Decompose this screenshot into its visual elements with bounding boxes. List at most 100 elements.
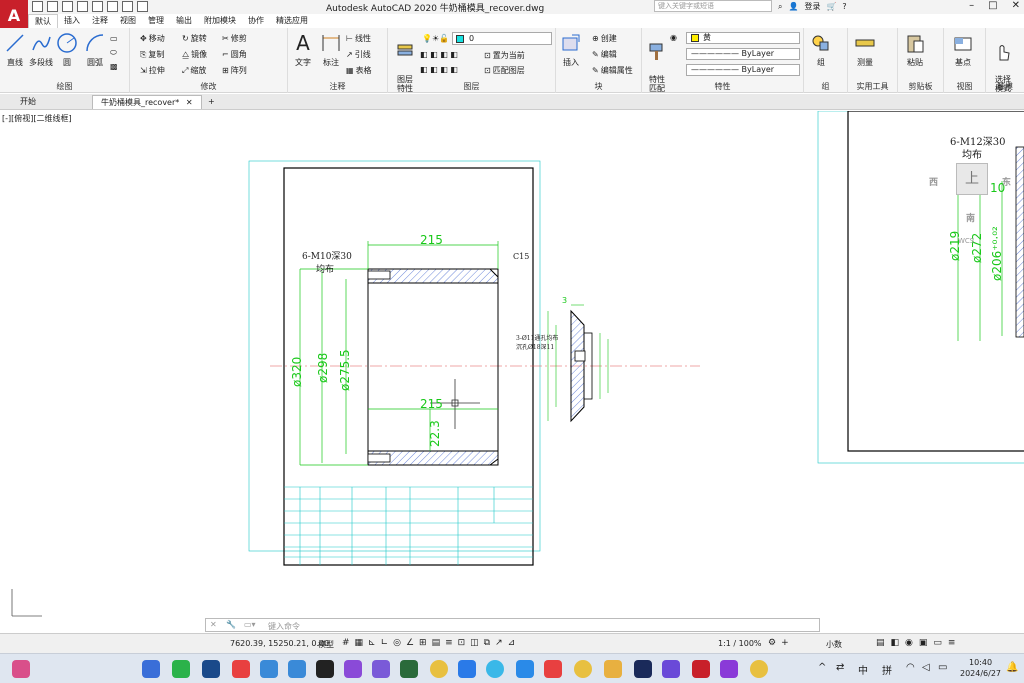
open-file-icon[interactable] (47, 1, 58, 12)
base-point-button[interactable]: 基点 (948, 32, 978, 68)
volume-icon[interactable]: ◁ (922, 662, 930, 673)
wechat-icon[interactable] (172, 660, 190, 678)
rotate-button[interactable]: ↻ 旋转 (182, 33, 207, 44)
ime-pinyin[interactable]: 拼 (882, 662, 892, 677)
doctab-start[interactable]: 开始 (12, 95, 44, 109)
table-button[interactable]: ▦ 表格 (346, 65, 372, 76)
annotation-panel-label[interactable]: 注释 (288, 81, 387, 92)
layers-panel-label[interactable]: 图层 (388, 81, 555, 92)
properties-panel-label[interactable]: 特性 (642, 81, 803, 92)
close-icon[interactable]: ✕ (1012, 0, 1020, 11)
file-explorer-icon[interactable] (604, 660, 622, 678)
tab-addins[interactable]: 附加模块 (198, 14, 242, 28)
app-folder-icon[interactable] (372, 660, 390, 678)
viewcube-west[interactable]: 西 (929, 175, 938, 188)
user-icon[interactable]: 👤 (788, 2, 798, 11)
status-toggle-icons[interactable]: #▦⊾∟◎∠⊞▤≡⊡◫⧉↗⊿ (342, 638, 520, 648)
tab-output[interactable]: 输出 (170, 14, 198, 28)
array-button[interactable]: ⊞ 阵列 (222, 65, 247, 76)
app-star-icon[interactable] (458, 660, 476, 678)
viewcube-east[interactable]: 东 (1002, 175, 1011, 188)
dimension-button[interactable]: 标注 (316, 32, 346, 68)
help-icon[interactable]: ? (842, 2, 846, 11)
ellipse-icon[interactable]: ⬭ (110, 48, 117, 58)
customize-cmd-icon[interactable]: 🔧 (226, 620, 236, 629)
utilities-panel-label[interactable]: 实用工具 (848, 81, 897, 92)
group-button[interactable]: 组 (806, 32, 836, 68)
close-cmd-icon[interactable]: ✕ (210, 620, 217, 629)
measure-button[interactable]: 测量 (850, 32, 880, 68)
mail-icon[interactable] (232, 660, 250, 678)
layer-tools-row1[interactable]: ◧ ◧ ◧ ◧ (420, 50, 458, 59)
coordinate-readout[interactable]: 7620.39, 15250.21, 0.00 (230, 639, 329, 648)
web-mobile-icon[interactable] (92, 1, 103, 12)
cart-icon[interactable]: 🛒 (826, 2, 836, 11)
ime-chinese[interactable]: 中 (858, 662, 868, 677)
status-right-icons[interactable]: ▤◧◉▣▭≡ (876, 638, 961, 648)
widget-icon[interactable] (12, 660, 30, 678)
hatch-icon[interactable]: ▩ (110, 62, 118, 71)
match-layer-button[interactable]: ⊡ 匹配图层 (484, 65, 525, 76)
tab-home[interactable]: 默认 (28, 14, 58, 28)
groups-panel-label[interactable]: 组 (804, 81, 847, 92)
doctab-drawing[interactable]: 牛奶桶模具_recover* ✕ (92, 95, 202, 109)
redo-icon[interactable] (137, 1, 148, 12)
arc-button[interactable]: 圆弧 (80, 32, 110, 68)
move-button[interactable]: ✥ 移动 (140, 33, 165, 44)
autocad-logo-icon[interactable]: A (0, 0, 28, 30)
layer-tools-row2[interactable]: ◧ ◧ ◧ ◧ (420, 65, 458, 74)
autocad-taskbar-icon[interactable] (692, 660, 710, 678)
system-clock[interactable]: 10:40 2024/6/27 (960, 657, 1001, 679)
copy-button[interactable]: ⎘ 复制 (140, 49, 164, 60)
app-store-icon[interactable] (288, 660, 306, 678)
clipboard-panel-label[interactable]: 剪贴板 (898, 81, 943, 92)
layer-state-icons[interactable]: 💡☀🔓 (422, 34, 449, 43)
insert-block-button[interactable]: 插入 (556, 32, 586, 68)
trim-button[interactable]: ✂ 修剪 (222, 33, 247, 44)
set-current-button[interactable]: ⊡ 置为当前 (484, 50, 525, 61)
app-a-icon[interactable] (720, 660, 738, 678)
tab-insert[interactable]: 插入 (58, 14, 86, 28)
annotation-scale[interactable]: 1:1 / 100% (718, 639, 762, 648)
tray-chevron-icon[interactable]: ^ (818, 662, 826, 673)
save-icon[interactable] (62, 1, 73, 12)
paste-button[interactable]: 粘贴 (900, 32, 930, 68)
workspace-icons[interactable]: ⚙+ (768, 638, 794, 648)
create-block-button[interactable]: ⊕ 创建 (592, 33, 617, 44)
capcut-icon[interactable] (316, 660, 334, 678)
undo-icon[interactable] (122, 1, 133, 12)
modify-panel-label[interactable]: 修改 (130, 81, 287, 92)
lineweight-dropdown[interactable]: —————— ByLayer (686, 64, 800, 76)
edit-attributes-button[interactable]: ✎ 编辑属性 (592, 65, 633, 76)
command-line[interactable]: ✕ 🔧 ▭▾ 键入命令 (205, 618, 820, 632)
app-wave-icon[interactable] (516, 660, 534, 678)
rectangle-icon[interactable]: ▭ (110, 34, 118, 43)
save-as-icon[interactable] (77, 1, 88, 12)
tab-manage[interactable]: 管理 (142, 14, 170, 28)
app-v-icon[interactable] (202, 660, 220, 678)
recent-cmd-icon[interactable]: ▭▾ (244, 620, 256, 629)
viewcube-top[interactable]: 上 (956, 163, 988, 195)
chrome-icon[interactable] (430, 660, 448, 678)
minimize-icon[interactable]: – (969, 0, 974, 11)
linear-dim-button[interactable]: ⊢ 线性 (346, 33, 371, 44)
viewcube-south[interactable]: 南 (966, 211, 975, 224)
mirror-button[interactable]: ⧋ 镜像 (182, 49, 207, 60)
binoculars-icon[interactable]: ⌕ (778, 2, 782, 12)
command-input[interactable]: 键入命令 (268, 621, 300, 632)
app-clapper-icon[interactable] (344, 660, 362, 678)
maximize-icon[interactable]: □ (988, 0, 997, 11)
battery-icon[interactable]: ▭ (938, 662, 947, 673)
text-button[interactable]: A 文字 (288, 32, 318, 68)
chrome2-icon[interactable] (574, 660, 592, 678)
wifi-icon[interactable]: ◠ (906, 662, 915, 673)
fillet-button[interactable]: ⌐ 圆角 (222, 49, 247, 60)
stretch-button[interactable]: ⇲ 拉伸 (140, 65, 165, 76)
color-wheel-icon[interactable]: ◉ (670, 33, 677, 42)
app-home-icon[interactable] (260, 660, 278, 678)
chrome3-icon[interactable] (750, 660, 768, 678)
block-panel-label[interactable]: 块 (556, 81, 641, 92)
edit-block-button[interactable]: ✎ 编辑 (592, 49, 617, 60)
viewcube-wcs[interactable]: WCS (958, 237, 974, 245)
edge-icon[interactable] (486, 660, 504, 678)
